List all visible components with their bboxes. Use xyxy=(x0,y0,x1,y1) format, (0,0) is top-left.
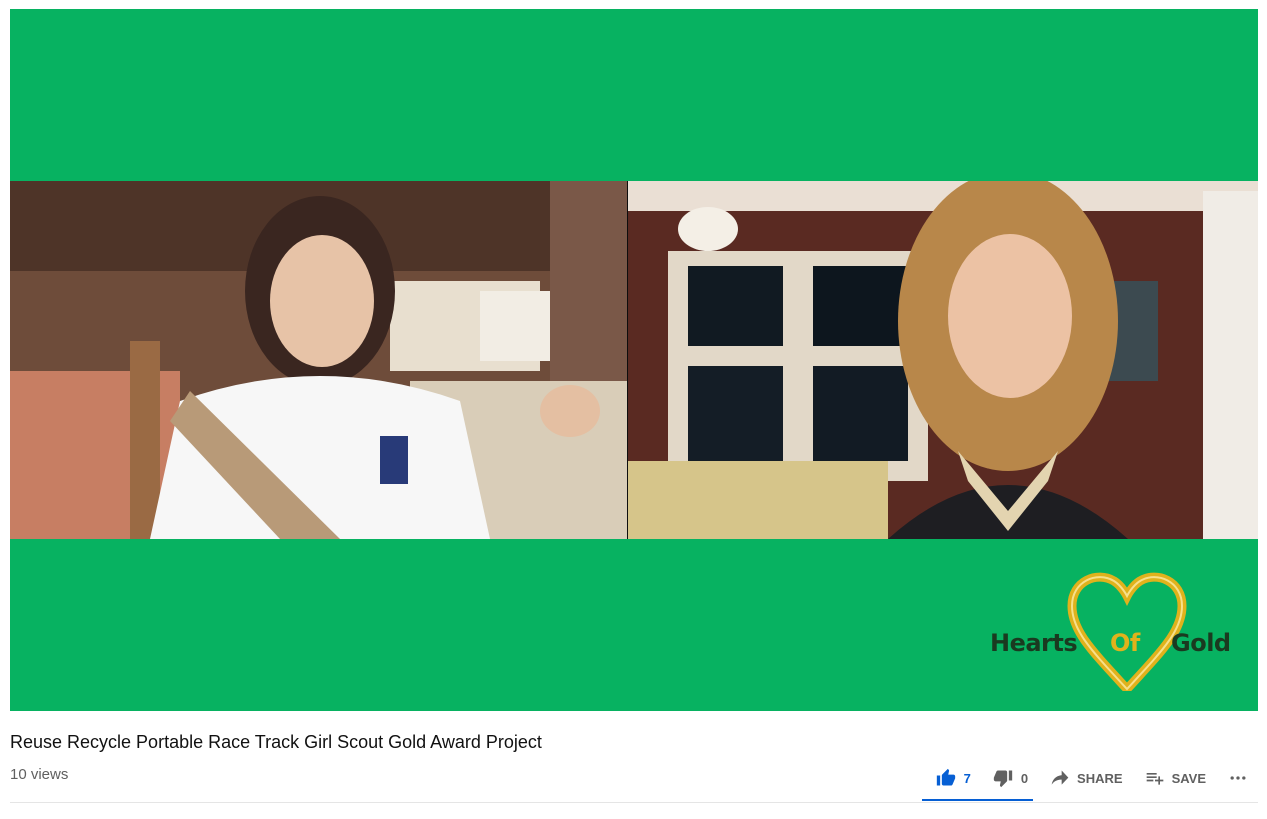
dislike-button[interactable]: 0 xyxy=(993,768,1028,788)
video-actions: 7 0 SHARE SAVE xyxy=(936,765,1248,791)
hearts-of-gold-logo: Hearts Of Gold xyxy=(982,571,1231,691)
thumbs-down-icon xyxy=(993,768,1013,788)
share-button[interactable]: SHARE xyxy=(1050,768,1123,788)
more-actions-button[interactable] xyxy=(1228,768,1248,788)
dislike-count: 0 xyxy=(1020,770,1029,786)
like-button[interactable]: 7 xyxy=(936,768,971,788)
share-arrow-icon xyxy=(1050,768,1070,788)
video-call-feed-right xyxy=(628,181,1258,539)
video-title: Reuse Recycle Portable Race Track Girl S… xyxy=(10,732,542,752)
divider-line xyxy=(10,802,1258,803)
save-button[interactable]: SAVE xyxy=(1145,768,1206,788)
video-player[interactable]: Hearts Of Gold xyxy=(10,9,1258,711)
more-horizontal-icon xyxy=(1228,768,1248,788)
playlist-add-icon xyxy=(1145,768,1165,788)
like-count: 7 xyxy=(963,770,971,786)
feed-divider xyxy=(627,181,628,539)
logo-text-gold: Gold xyxy=(1171,629,1231,657)
video-call-feed-left xyxy=(10,181,627,539)
share-label: SHARE xyxy=(1077,770,1123,786)
view-count: 10 views xyxy=(10,766,69,783)
save-label: SAVE xyxy=(1171,770,1206,786)
logo-text-hearts: Hearts xyxy=(990,629,1078,657)
sentiment-bar xyxy=(922,799,1033,801)
thumbs-up-icon xyxy=(936,768,956,788)
logo-text-of: Of xyxy=(1110,629,1140,657)
